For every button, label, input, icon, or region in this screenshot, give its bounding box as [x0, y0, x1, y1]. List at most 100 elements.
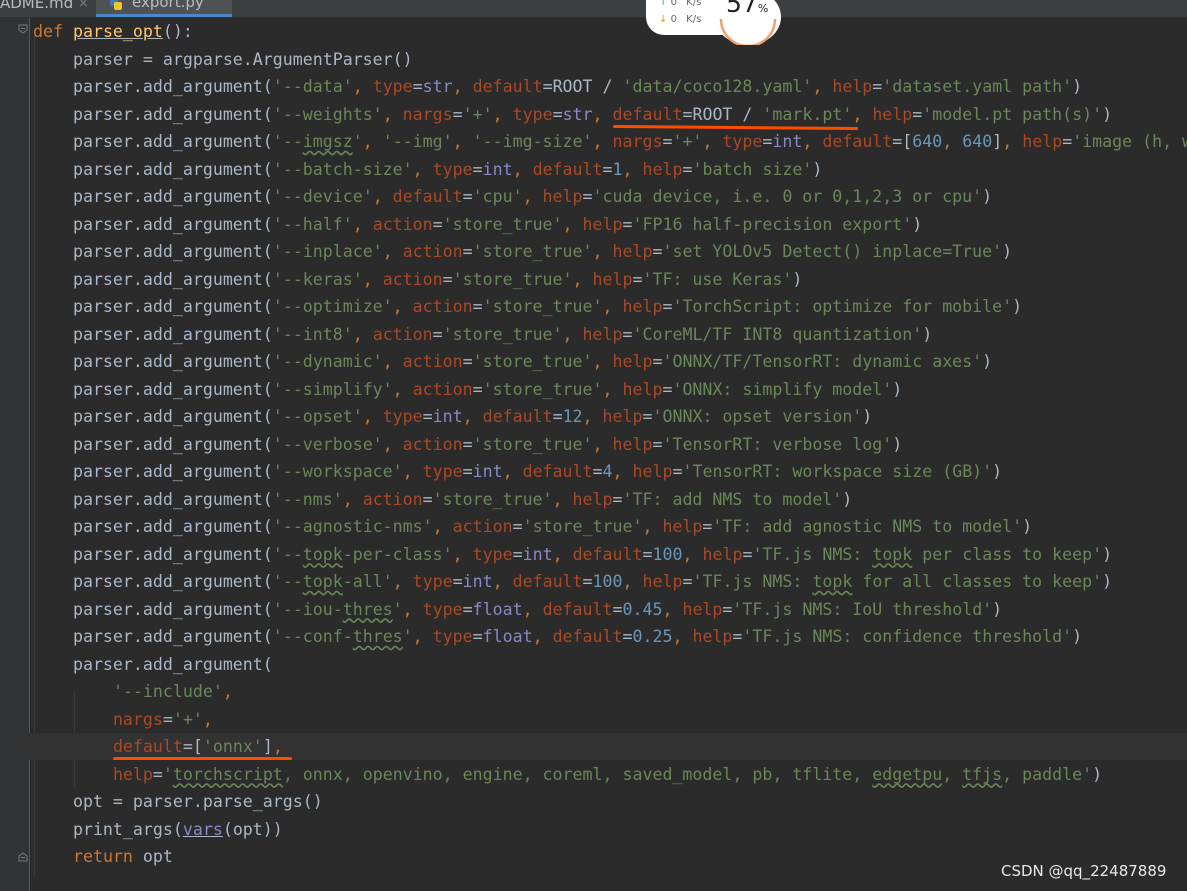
- code-line[interactable]: parser.add_argument('--topk-per-class', …: [33, 541, 1112, 568]
- code-token: topk: [302, 572, 343, 591]
- code-token: =: [682, 572, 693, 591]
- tab-export-label: export.py: [132, 0, 204, 11]
- code-token: default: [392, 187, 463, 206]
- code-token: '--keras': [272, 269, 363, 289]
- code-token: 'TensorRT: verbose log': [662, 434, 893, 454]
- download-value: 0: [670, 14, 677, 25]
- code-token: ,: [592, 434, 613, 454]
- code-line[interactable]: parser.add_argument('--conf-thres', type…: [33, 623, 1082, 650]
- code-editor[interactable]: def parse_opt(): parser = argparse.Argum…: [25, 18, 1187, 891]
- code-line[interactable]: help='torchscript, onnx, openvino, engin…: [33, 761, 1102, 788]
- code-line[interactable]: parser.add_argument(: [33, 651, 273, 678]
- code-token: default: [482, 407, 553, 426]
- code-line[interactable]: def parse_opt():: [33, 18, 193, 45]
- code-token: ,: [492, 104, 513, 124]
- code-line[interactable]: parser.add_argument('--device', default=…: [33, 183, 992, 210]
- code-line[interactable]: opt = parser.parse_args(): [33, 788, 323, 815]
- code-line[interactable]: '--include',: [33, 678, 233, 705]
- code-token: ,: [342, 489, 363, 509]
- code-token: ,: [682, 544, 703, 564]
- code-line[interactable]: parser.add_argument('--topk-all', type=i…: [33, 568, 1112, 595]
- code-token: '--inplace': [272, 242, 383, 261]
- code-token: ,: [562, 324, 583, 344]
- code-line[interactable]: print_args(vars(opt)): [33, 816, 283, 843]
- code-token: action: [412, 379, 473, 399]
- code-token: 'store_true': [472, 434, 593, 454]
- code-line[interactable]: parser.add_argument('--imgsz', '--img', …: [33, 128, 1187, 155]
- memory-gauge[interactable]: 57%: [715, 0, 781, 45]
- code-token: parser.add_argument(: [33, 132, 273, 151]
- code-token: action: [362, 489, 423, 509]
- fold-end-icon[interactable]: [18, 852, 28, 862]
- code-token: 0.25: [632, 627, 673, 646]
- code-line[interactable]: parser.add_argument('--half', action='st…: [33, 211, 922, 238]
- code-token: 'store_true': [482, 297, 603, 316]
- code-token: help: [612, 242, 653, 261]
- code-token: '--opset': [272, 407, 363, 426]
- code-line[interactable]: parser.add_argument('--data', type=str, …: [33, 73, 1082, 100]
- code-token: help: [612, 434, 653, 454]
- tab-export-py[interactable]: export.py: [96, 0, 232, 17]
- code-token: parser.add_argument(: [33, 544, 273, 564]
- code-token: parser.add_argument(: [33, 77, 273, 96]
- code-token: ,: [402, 462, 423, 481]
- code-line[interactable]: parser.add_argument('--weights', nargs='…: [33, 101, 1112, 128]
- code-line[interactable]: parser.add_argument('--simplify', action…: [33, 376, 902, 403]
- close-icon[interactable]: ×: [78, 0, 89, 10]
- code-token: type: [512, 104, 553, 124]
- download-arrow-icon: ↓: [659, 14, 668, 25]
- code-token: 'store_true': [442, 214, 563, 234]
- fold-start-icon[interactable]: [18, 24, 28, 34]
- code-token: parser = argparse.ArgumentParser(): [33, 49, 413, 69]
- code-token: ,: [622, 159, 643, 179]
- code-line[interactable]: default=['onnx'],: [33, 733, 283, 760]
- tab-readme[interactable]: ADME.md ×: [0, 0, 96, 17]
- code-line[interactable]: parser.add_argument('--opset', type=int,…: [33, 403, 872, 430]
- code-token: 12: [562, 407, 583, 426]
- download-unit: K/s: [686, 14, 702, 25]
- code-token: float: [472, 599, 523, 619]
- code-token: ,: [592, 352, 613, 371]
- code-line[interactable]: parser.add_argument('--workspace', type=…: [33, 458, 1002, 485]
- code-token: '--: [272, 132, 303, 151]
- code-token: 'ONNX: opset version': [652, 407, 863, 426]
- code-line[interactable]: parser.add_argument('--nms', action='sto…: [33, 486, 852, 513]
- code-token: , onnx, openvino, engine, coreml, saved_…: [282, 764, 873, 784]
- code-token: 'store_true': [472, 242, 593, 261]
- code-token: ,: [382, 434, 403, 454]
- code-token: '--nms': [272, 489, 343, 509]
- code-token: =ROOT /: [542, 77, 623, 96]
- code-token: ,: [602, 297, 623, 316]
- code-token: ,: [852, 104, 873, 124]
- code-token: 'set YOLOv5 Detect() inplace=True': [662, 242, 1003, 261]
- code-token: 'model.pt path(s)': [922, 104, 1103, 124]
- code-token: ,: [392, 572, 413, 591]
- code-token: help: [662, 517, 703, 536]
- code-token: =: [652, 352, 663, 371]
- code-token: action: [412, 297, 473, 316]
- code-line[interactable]: parser.add_argument('--optimize', action…: [33, 293, 1022, 320]
- code-token: ,: [522, 187, 543, 206]
- code-token: parser.add_argument(: [33, 572, 273, 591]
- upload-value: 0: [670, 0, 677, 8]
- code-line[interactable]: parser.add_argument('--int8', action='st…: [33, 321, 932, 348]
- code-token: 'FP16 half-precision export': [632, 214, 913, 234]
- code-line[interactable]: parser.add_argument('--verbose', action=…: [33, 431, 902, 458]
- code-token: help: [112, 764, 153, 784]
- code-token: ,: [672, 627, 693, 646]
- code-line[interactable]: parser.add_argument('--inplace', action=…: [33, 238, 1012, 265]
- code-line[interactable]: parser = argparse.ArgumentParser(): [33, 46, 413, 73]
- code-token: ): [992, 462, 1003, 481]
- code-line[interactable]: parser.add_argument('--keras', action='s…: [33, 266, 802, 293]
- code-line[interactable]: parser.add_argument('--dynamic', action=…: [33, 348, 992, 375]
- code-line[interactable]: parser.add_argument('--agnostic-nms', ac…: [33, 513, 1032, 540]
- code-token: action: [402, 242, 463, 261]
- code-token: =: [152, 764, 163, 784]
- code-token: action: [372, 324, 433, 344]
- code-line[interactable]: parser.add_argument('--batch-size', type…: [33, 156, 822, 183]
- code-token: =[: [182, 737, 203, 756]
- code-line[interactable]: nargs='+',: [33, 706, 213, 733]
- code-token: parser.add_argument(: [33, 214, 273, 234]
- code-line[interactable]: return opt: [33, 843, 173, 870]
- code-line[interactable]: parser.add_argument('--iou-thres', type=…: [33, 596, 1002, 623]
